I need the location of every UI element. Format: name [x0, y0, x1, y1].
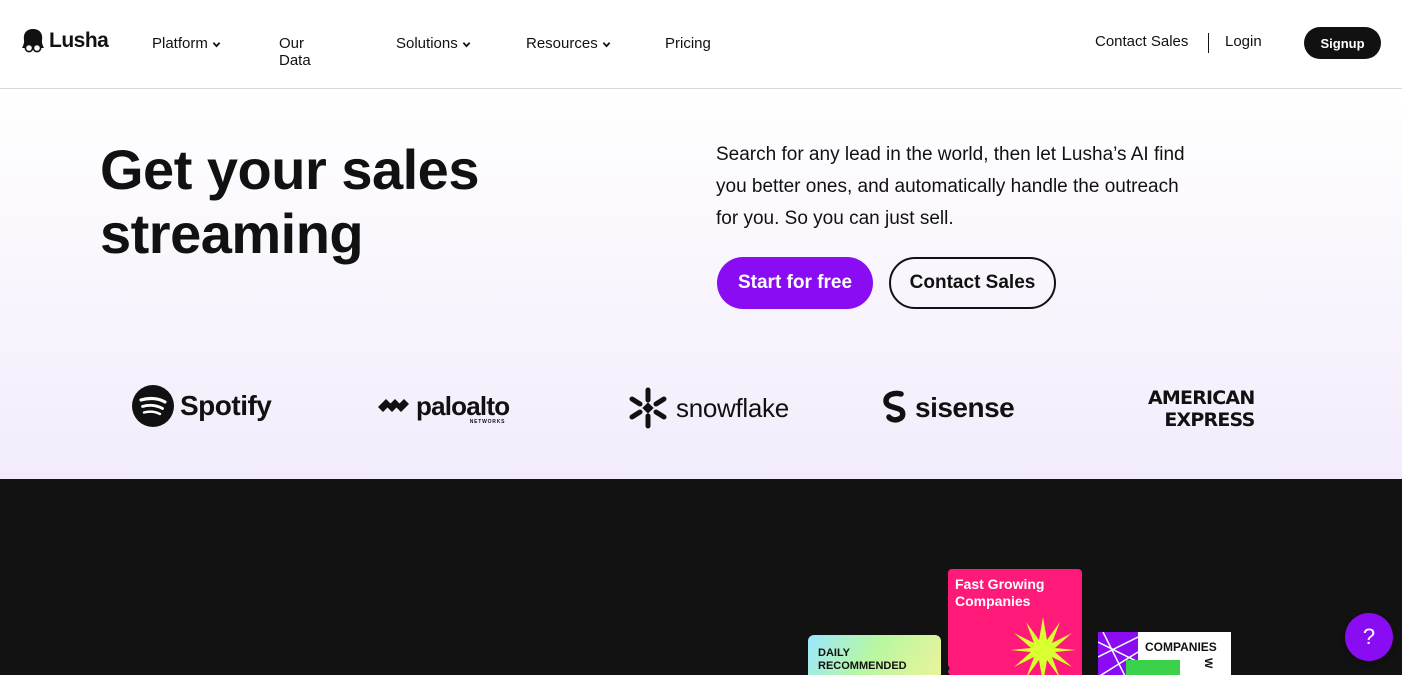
spotify-logo: Spotify — [132, 385, 272, 427]
hero-title-line: streaming — [100, 202, 364, 265]
hero-section: Get your sales streaming Search for any … — [0, 90, 1402, 479]
hero-description-line: Search for any lead in the world, then l… — [716, 144, 1185, 165]
contact-sales-button[interactable]: Contact Sales — [889, 257, 1056, 309]
chevron-down-icon — [602, 42, 611, 48]
sisense-wordmark: sisense — [915, 392, 1015, 423]
start-for-free-button[interactable]: Start for free — [717, 257, 873, 309]
hero-description: Search for any lead in the world, then l… — [716, 139, 1206, 235]
amex-line-1: AMERICAN — [1148, 387, 1255, 409]
contact-sales-link[interactable]: Contact Sales — [1095, 33, 1188, 50]
nav-item-label: Platform — [152, 35, 208, 52]
starburst-icon — [1010, 617, 1076, 675]
american-express-logo: AMERICAN EXPRESS — [1148, 387, 1255, 431]
chevron-down-icon — [462, 42, 471, 48]
nav-item-label: Our Data — [279, 35, 311, 69]
paloalto-wordmark: paloalto — [416, 391, 510, 421]
badge-text: Fast Growing Companies — [955, 576, 1080, 610]
customer-logos: Spotify paloalto NETWORKS snowflake sise… — [0, 380, 1402, 440]
nav-item-platform[interactable]: Platform — [152, 35, 221, 52]
paloalto-subtext: NETWORKS — [469, 419, 506, 425]
nav-item-label: Resources — [526, 35, 598, 52]
nav-item-pricing[interactable]: Pricing — [665, 35, 711, 52]
nav-item-resources[interactable]: Resources — [526, 35, 611, 52]
lusha-logo[interactable]: Lusha — [21, 28, 109, 54]
hero-title-line: Get your sales — [100, 138, 479, 201]
badge-text-line: DAILY — [818, 647, 850, 659]
snowflake-wordmark: snowflake — [676, 392, 789, 423]
badge-side-text: W — [1202, 658, 1214, 669]
badge-text: DAILY RECOMMENDED — [818, 647, 907, 673]
badge-daily-recommended: DAILY RECOMMENDED — [808, 635, 941, 675]
sisense-icon — [883, 390, 906, 423]
login-link[interactable]: Login — [1225, 33, 1262, 50]
badge-companies: COMPANIES W — [1098, 632, 1231, 675]
lusha-logo-icon — [22, 29, 44, 53]
nav-item-label: Solutions — [396, 35, 458, 52]
paloalto-icon — [378, 399, 409, 412]
badge-fast-growing-companies: Fast Growing Companies 2024 — [948, 569, 1082, 675]
badge-text-line: Companies — [955, 593, 1031, 609]
badge-text: COMPANIES — [1145, 640, 1217, 654]
badge-text-line: RECOMMENDED — [818, 660, 907, 672]
snowflake-icon — [629, 387, 667, 429]
sisense-logo: sisense — [881, 390, 1015, 426]
site-header: Lusha Platform Our Data Solutions Resour… — [0, 0, 1402, 89]
logo-wordmark: Lusha — [49, 29, 109, 52]
spotify-icon — [132, 385, 174, 427]
nav-item-label: Pricing — [665, 35, 711, 52]
paloalto-logo: paloalto NETWORKS — [376, 391, 510, 425]
signup-button[interactable]: Signup — [1304, 27, 1381, 59]
question-mark-icon: ? — [1362, 624, 1376, 649]
nav-item-solutions[interactable]: Solutions — [396, 35, 471, 52]
badge-text-line: Fast Growing — [955, 576, 1045, 592]
badge-portrait — [1126, 660, 1180, 675]
amex-line-2: EXPRESS — [1164, 409, 1255, 431]
help-button[interactable]: ? — [1345, 613, 1393, 661]
nav-item-our-data[interactable]: Our Data — [279, 35, 311, 69]
spotify-wordmark: Spotify — [180, 390, 272, 421]
chevron-down-icon — [212, 42, 221, 48]
hero-description-line: you better ones, and automatically handl… — [716, 176, 1179, 197]
badge-year: 2024 — [948, 665, 952, 675]
hero-description-line: for you. So you can just sell. — [716, 208, 954, 229]
nav-divider — [1208, 33, 1209, 53]
snowflake-logo: snowflake — [626, 386, 789, 430]
hero-title: Get your sales streaming — [100, 138, 620, 266]
awards-section: DAILY RECOMMENDED Fast Growing Companies… — [0, 479, 1402, 675]
